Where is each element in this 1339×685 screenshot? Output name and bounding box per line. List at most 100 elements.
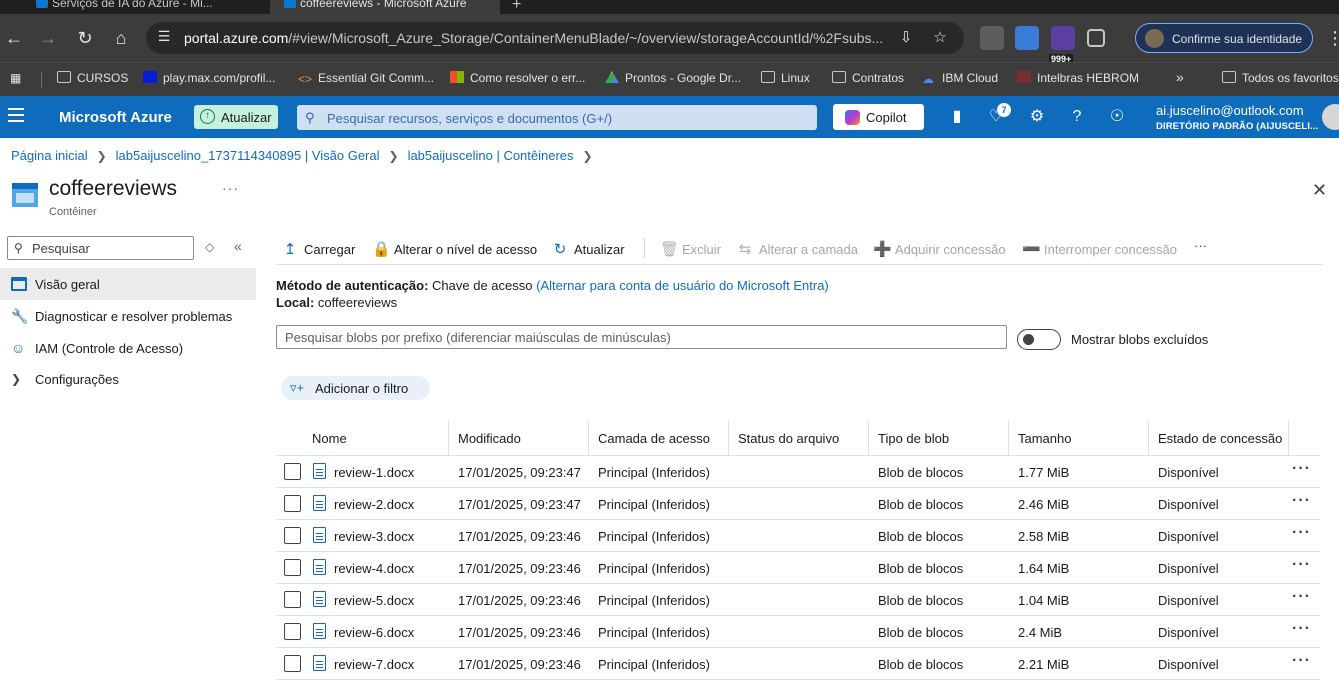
- forward-icon[interactable]: →: [36, 26, 60, 50]
- more-options-icon[interactable]: ···: [222, 180, 239, 196]
- table-row[interactable]: review-7.docx 17/01/2025, 09:23:46 Princip…: [276, 648, 1320, 680]
- bookmarks-overflow-icon[interactable]: »: [1176, 69, 1184, 85]
- change-tier-button[interactable]: ⇆ Alterar a camada: [737, 240, 858, 258]
- bookmark-git[interactable]: <> Essential Git Comm...: [298, 71, 434, 86]
- translate-extension-icon[interactable]: [1015, 26, 1039, 50]
- close-icon[interactable]: ✕: [1312, 180, 1327, 201]
- column-header-blob-type[interactable]: Tipo de blob: [878, 431, 949, 446]
- row-more-options-icon[interactable]: ···: [1292, 556, 1311, 574]
- bookmark-ibm-cloud[interactable]: ☁ IBM Cloud: [922, 71, 998, 86]
- row-checkbox[interactable]: [284, 463, 301, 480]
- column-header-archive-status[interactable]: Status do arquivo: [738, 431, 839, 446]
- add-filter-button[interactable]: ▿+ Adicionar o filtro: [281, 376, 430, 400]
- row-more-options-icon[interactable]: ···: [1292, 524, 1311, 542]
- nav-item-settings[interactable]: ❯ Configurações: [0, 363, 256, 395]
- row-checkbox[interactable]: [284, 559, 301, 576]
- bookmark-linux[interactable]: Linux: [761, 71, 810, 85]
- table-row[interactable]: review-2.docx 17/01/2025, 09:23:47 Princip…: [276, 488, 1320, 520]
- bookmark-intelbras[interactable]: Intelbras HEBROM: [1017, 71, 1139, 85]
- table-row[interactable]: review-4.docx 17/01/2025, 09:23:46 Princip…: [276, 552, 1320, 584]
- row-name[interactable]: review-4.docx: [334, 561, 414, 576]
- browser-tab-active[interactable]: coffeereviews - Microsoft Azure: [270, 0, 500, 14]
- bookmark-resolver[interactable]: Como resolver o err...: [450, 71, 585, 85]
- change-access-level-button[interactable]: 🔒 Alterar o nível de acesso: [372, 240, 537, 258]
- extension-icon[interactable]: [1051, 26, 1075, 50]
- breadcrumb-containers[interactable]: lab5aijuscelino | Contêineres: [408, 148, 574, 163]
- column-header-modified[interactable]: Modificado: [458, 431, 521, 446]
- delete-button[interactable]: 🗑 Excluir: [660, 240, 721, 258]
- breadcrumb-storage-overview[interactable]: lab5aijuscelino_1737114340895 | Visão Ge…: [116, 148, 380, 163]
- upgrade-button[interactable]: ↑ Atualizar: [194, 105, 278, 129]
- account-avatar[interactable]: [1322, 104, 1339, 130]
- bookmark-cursos[interactable]: CURSOS: [57, 71, 128, 85]
- reload-icon[interactable]: ↻: [73, 26, 97, 50]
- row-name[interactable]: review-3.docx: [334, 529, 414, 544]
- table-row[interactable]: review-5.docx 17/01/2025, 09:23:46 Princip…: [276, 584, 1320, 616]
- column-divider[interactable]: [1148, 421, 1149, 455]
- apps-grid-icon[interactable]: ▦: [10, 71, 21, 85]
- row-checkbox[interactable]: [284, 623, 301, 640]
- blob-prefix-search-input[interactable]: Pesquisar blobs por prefixo (diferenciar…: [276, 325, 1007, 349]
- show-deleted-toggle[interactable]: [1017, 329, 1061, 350]
- column-divider[interactable]: [448, 421, 449, 455]
- portal-menu-icon[interactable]: [8, 108, 24, 122]
- identity-button[interactable]: Confirme sua identidade: [1135, 23, 1313, 53]
- column-divider[interactable]: [1288, 421, 1289, 455]
- nav-item-diagnose[interactable]: 🔧 Diagnosticar e resolver problemas: [0, 300, 256, 332]
- row-more-options-icon[interactable]: ···: [1292, 588, 1311, 606]
- address-bar[interactable]: ☰ portal.azure.com/#view/Microsoft_Azure…: [146, 22, 964, 54]
- break-lease-button[interactable]: ➖ Interromper concessão: [1022, 240, 1177, 258]
- row-checkbox[interactable]: [284, 527, 301, 544]
- upload-button[interactable]: ↥ Carregar: [282, 240, 356, 258]
- settings-gear-icon[interactable]: ⚙: [1027, 107, 1047, 127]
- azure-brand[interactable]: Microsoft Azure: [59, 109, 172, 126]
- column-divider[interactable]: [1008, 421, 1009, 455]
- browser-tab[interactable]: Serviços de IA do Azure - Mi...: [22, 0, 262, 14]
- row-more-options-icon[interactable]: ···: [1292, 620, 1311, 638]
- copilot-button[interactable]: Copilot: [833, 104, 924, 130]
- row-more-options-icon[interactable]: ···: [1292, 652, 1311, 670]
- browser-menu-icon[interactable]: ⋮: [1326, 28, 1339, 49]
- table-row[interactable]: review-3.docx 17/01/2025, 09:23:46 Princip…: [276, 520, 1320, 552]
- row-name[interactable]: review-7.docx: [334, 657, 414, 672]
- bookmark-max[interactable]: play.max.com/profil...: [143, 71, 275, 85]
- menu-search-input[interactable]: ⚲ Pesquisar: [7, 236, 194, 260]
- row-name[interactable]: review-6.docx: [334, 625, 414, 640]
- cloud-shell-icon[interactable]: ▮: [947, 107, 967, 127]
- row-more-options-icon[interactable]: ···: [1292, 492, 1311, 510]
- bookmark-star-icon[interactable]: ☆: [930, 28, 950, 48]
- install-app-icon[interactable]: ⇩: [896, 28, 916, 48]
- breadcrumb-home[interactable]: Página inicial: [11, 148, 88, 163]
- refresh-button[interactable]: ↻ Atualizar: [552, 240, 625, 258]
- more-commands-icon[interactable]: ···: [1194, 238, 1207, 253]
- row-more-options-icon[interactable]: ···: [1292, 460, 1311, 478]
- column-divider[interactable]: [728, 421, 729, 455]
- collapse-menu-icon[interactable]: «: [234, 238, 242, 254]
- new-tab-icon[interactable]: +: [512, 0, 521, 14]
- column-divider[interactable]: [588, 421, 589, 455]
- row-name[interactable]: review-1.docx: [334, 465, 414, 480]
- column-divider[interactable]: [868, 421, 869, 455]
- help-icon[interactable]: ?: [1067, 107, 1087, 127]
- bookmark-contratos[interactable]: Contratos: [832, 71, 904, 85]
- site-info-icon[interactable]: ☰: [154, 28, 174, 48]
- row-name[interactable]: review-5.docx: [334, 593, 414, 608]
- back-icon[interactable]: ←: [2, 26, 26, 50]
- acquire-lease-button[interactable]: ➕ Adquirir concessão: [873, 240, 1006, 258]
- url-text[interactable]: portal.azure.com/#view/Microsoft_Azure_S…: [184, 30, 883, 46]
- row-checkbox[interactable]: [284, 591, 301, 608]
- table-row[interactable]: review-6.docx 17/01/2025, 09:23:46 Princip…: [276, 616, 1320, 648]
- switch-auth-link[interactable]: (Alternar para conta de usuário do Micro…: [536, 278, 829, 293]
- bookmark-google-drive[interactable]: Prontos - Google Dr...: [605, 71, 741, 85]
- home-icon[interactable]: ⌂: [109, 26, 133, 50]
- account-menu[interactable]: ai.juscelino@outlook.com DIRETÓRIO PADRÃ…: [1156, 103, 1318, 132]
- column-header-size[interactable]: Tamanho: [1018, 431, 1071, 446]
- row-checkbox[interactable]: [284, 495, 301, 512]
- global-search-input[interactable]: ⚲ Pesquisar recursos, serviços e documen…: [297, 105, 817, 130]
- bookmark-all-favorites[interactable]: Todos os favoritos: [1222, 71, 1339, 85]
- nav-item-iam[interactable]: ☺ IAM (Controle de Acesso): [0, 332, 256, 364]
- table-row[interactable]: review-1.docx 17/01/2025, 09:23:47 Princip…: [276, 456, 1320, 488]
- feedback-icon[interactable]: ☉: [1107, 107, 1127, 127]
- column-header-lease-state[interactable]: Estado de concessão: [1158, 431, 1282, 446]
- column-header-name[interactable]: Nome: [312, 431, 347, 446]
